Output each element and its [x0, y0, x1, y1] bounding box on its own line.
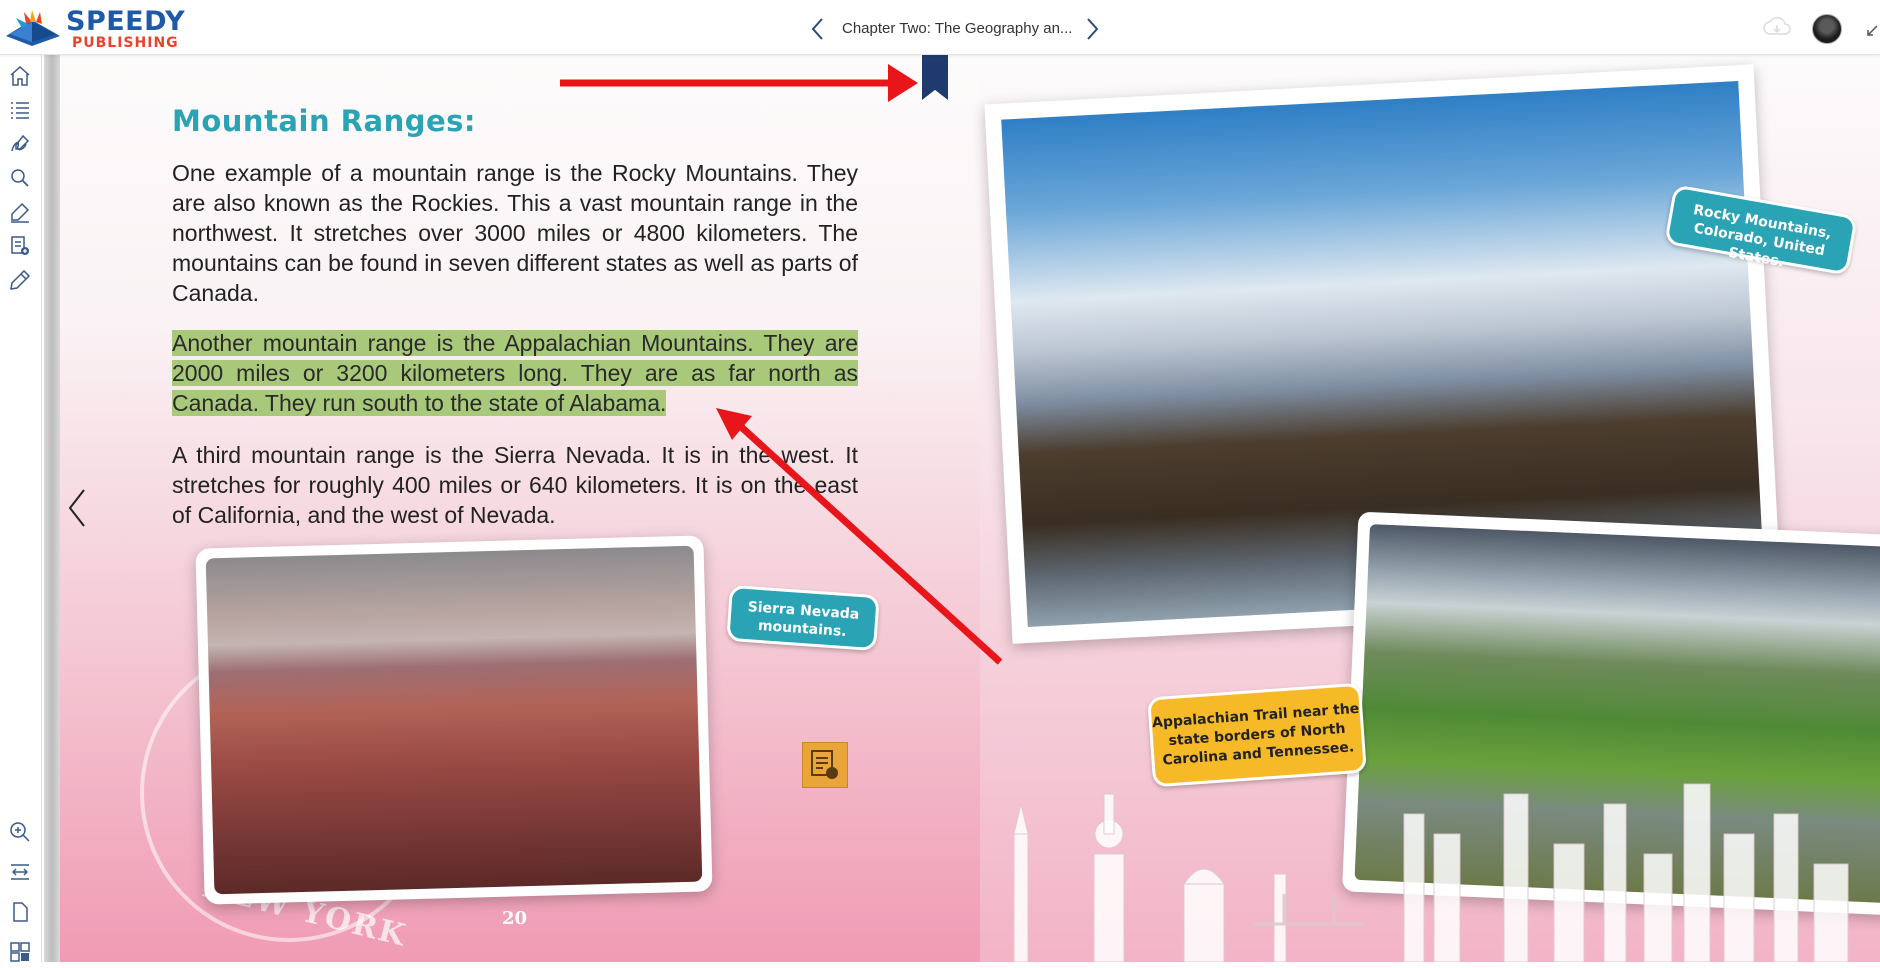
right-page: Rocky Mountains, Colorado, United States…	[980, 54, 1880, 962]
cloud-sync-icon[interactable]	[1762, 16, 1792, 38]
thumbnails-button[interactable]	[8, 940, 32, 964]
book-logo-icon	[6, 10, 60, 46]
speedy-publishing-logo[interactable]: SPEEDY PUBLISHING	[2, 6, 192, 50]
chevron-left-icon	[68, 489, 85, 527]
page-heading: Mountain Ranges:	[172, 104, 477, 138]
bookmark-left-page[interactable]	[922, 54, 948, 100]
pen-icon	[10, 269, 31, 290]
paragraph-sierra[interactable]: A third mountain range is the Sierra Nev…	[172, 440, 858, 530]
book-spread: Mountain Ranges: One example of a mounta…	[60, 54, 1880, 962]
search-button[interactable]	[8, 166, 32, 190]
paragraph-rocky[interactable]: One example of a mountain range is the R…	[172, 158, 858, 308]
top-bar: SPEEDY PUBLISHING Chapter Two: The Geogr…	[0, 0, 1880, 55]
left-page: Mountain Ranges: One example of a mounta…	[60, 54, 980, 962]
handwriting-button[interactable]	[8, 132, 32, 156]
text-highlight[interactable]: Another mountain range is the Appalachia…	[172, 330, 858, 416]
zoom-in-icon	[10, 822, 30, 842]
table-of-contents-icon	[11, 102, 29, 119]
home-icon	[10, 65, 30, 86]
search-icon	[11, 169, 29, 187]
sticky-note-button[interactable]	[802, 742, 848, 788]
appalachian-caption: Appalachian Trail near the state borders…	[1147, 682, 1367, 788]
collapse-icon[interactable]	[1865, 24, 1879, 40]
book-spine-edge	[44, 54, 60, 962]
highlighter-button[interactable]	[8, 200, 32, 224]
previous-page-button[interactable]	[64, 486, 90, 530]
chevron-left-icon	[811, 18, 823, 40]
home-button[interactable]	[8, 64, 32, 88]
sierra-caption: Sierra Nevada mountains.	[726, 584, 880, 652]
user-avatar[interactable]	[1812, 14, 1842, 44]
add-note-button[interactable]	[8, 234, 32, 258]
fit-width-icon	[11, 864, 29, 880]
add-note-icon	[11, 236, 29, 255]
page-number: 20	[502, 908, 528, 929]
handwriting-icon	[11, 134, 30, 152]
logo-title: SPEEDY	[66, 6, 186, 37]
pen-button[interactable]	[8, 268, 32, 292]
next-chapter-button[interactable]	[1080, 16, 1104, 42]
previous-chapter-button[interactable]	[806, 16, 830, 42]
highlighter-icon	[11, 202, 30, 223]
zoom-in-button[interactable]	[8, 820, 32, 844]
page-icon	[13, 902, 28, 922]
table-of-contents-button[interactable]	[8, 98, 32, 122]
city-skyline-graphic	[1013, 783, 1849, 962]
sierra-nevada-photo	[195, 535, 713, 905]
note-icon	[811, 750, 838, 779]
left-toolbar	[0, 54, 42, 962]
single-page-button[interactable]	[8, 900, 32, 924]
chevron-right-icon	[1087, 18, 1099, 40]
thumbnails-icon	[10, 942, 30, 962]
fit-width-button[interactable]	[8, 860, 32, 884]
paragraph-appalachian[interactable]: Another mountain range is the Appalachia…	[172, 328, 858, 418]
logo-subtitle: PUBLISHING	[72, 35, 179, 51]
chapter-title[interactable]: Chapter Two: The Geography an...	[842, 20, 1072, 37]
